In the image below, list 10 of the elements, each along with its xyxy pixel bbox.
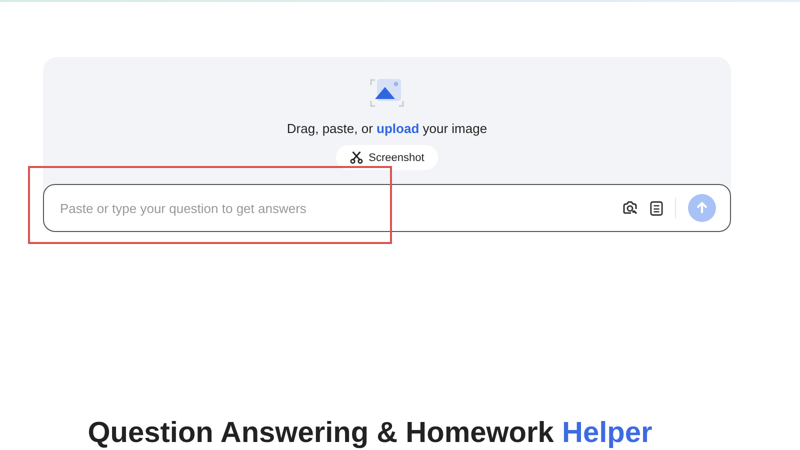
image-icon[interactable] bbox=[369, 77, 405, 109]
camera-search-icon[interactable] bbox=[622, 200, 638, 216]
heading-accent: Helper bbox=[562, 417, 652, 449]
arrow-up-icon bbox=[695, 201, 709, 215]
upload-prompt: Drag, paste, or upload your image bbox=[286, 121, 488, 136]
page-heading: Question Answering & Homework bbox=[88, 417, 554, 449]
question-field[interactable]: Paste or type your question to get answers bbox=[58, 200, 610, 216]
question-bar[interactable]: Paste or type your question to get answers bbox=[43, 184, 731, 232]
screenshot-button[interactable]: Screenshot bbox=[336, 145, 438, 170]
scissors-icon bbox=[350, 151, 363, 164]
